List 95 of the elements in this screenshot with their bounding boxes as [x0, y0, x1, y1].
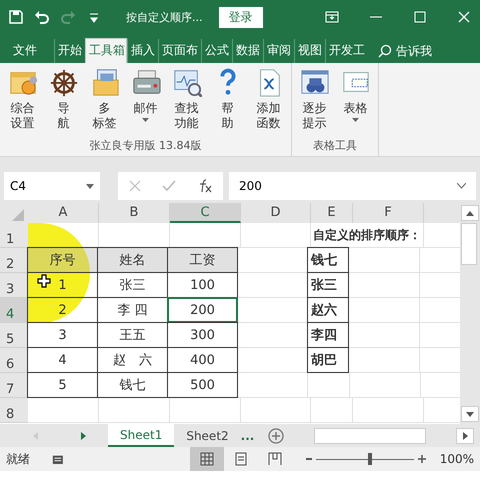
right-arrow-icon [462, 432, 468, 440]
table-cell[interactable]: 300 [167, 322, 238, 348]
grid-cell[interactable] [238, 373, 308, 398]
ribbon-tab[interactable]: 文件 [10, 39, 40, 63]
cursor-icon [37, 274, 51, 288]
ribbon-button[interactable]: 多 标签 [86, 63, 123, 138]
grid-cell[interactable] [28, 398, 99, 423]
column-header[interactable]: C [170, 203, 241, 223]
list-cell[interactable]: 胡巴 [307, 347, 349, 373]
list-cell[interactable]: 钱七 [307, 247, 349, 273]
row-header[interactable]: 3 [0, 273, 28, 298]
grid-cell[interactable] [311, 398, 353, 423]
zoom-level[interactable]: 100% [440, 452, 474, 466]
list-title: 自定义的排序顺序： [313, 226, 421, 244]
grid-cell[interactable] [241, 223, 311, 248]
horizontal-scrollbar[interactable] [314, 428, 426, 444]
row-header[interactable]: 8 [0, 398, 28, 423]
grid-cell[interactable] [350, 373, 421, 398]
page-break-icon [268, 452, 282, 466]
group-label: 表格工具 [312, 138, 358, 154]
grid-cell[interactable] [349, 298, 420, 323]
grid-cell[interactable] [241, 398, 311, 423]
maximize-icon[interactable] [412, 9, 428, 25]
check-icon[interactable] [162, 180, 176, 192]
ship-wheel-icon [48, 67, 78, 97]
view-button[interactable] [190, 447, 224, 471]
page-icon [234, 452, 248, 466]
row-header[interactable]: 6 [0, 348, 28, 373]
grid-cell[interactable] [349, 273, 420, 298]
caret-icon[interactable] [142, 118, 149, 123]
ribbon-tab[interactable]: 工具箱 [85, 38, 127, 63]
column-header[interactable]: A [28, 203, 99, 223]
sheet-tab[interactable]: Sheet1 [108, 424, 174, 447]
down-arrow-icon [466, 412, 474, 416]
grid-cell[interactable] [349, 323, 420, 348]
scroll-right-button[interactable] [456, 428, 474, 444]
row-header[interactable]: 1 [0, 223, 28, 248]
caret-icon[interactable] [352, 118, 359, 123]
grid-cell[interactable] [349, 348, 420, 373]
add-sheet-icon[interactable] [268, 428, 284, 444]
expand-icon[interactable] [457, 183, 466, 189]
column-heading[interactable]: 工资 [167, 247, 238, 273]
ribbon-button[interactable]: 查找 功能 [168, 63, 205, 138]
list-cell[interactable]: 李四 [307, 322, 349, 348]
sheet-tab[interactable]: Sheet2 [174, 424, 241, 447]
scrollbar-thumb[interactable] [461, 223, 477, 265]
grid-icon [200, 452, 214, 466]
grid-cell[interactable] [308, 373, 350, 398]
ribbon-button[interactable]: 表格 [337, 63, 374, 138]
grid-cell[interactable] [349, 248, 420, 273]
row-header[interactable]: 4 [0, 298, 28, 323]
column-header[interactable]: E [311, 203, 353, 223]
ribbon-button[interactable]: 逐步 提示 [296, 63, 333, 138]
list-cell[interactable]: 张三 [307, 272, 349, 298]
ribbon-button[interactable]: 导 航 [45, 63, 82, 138]
table-cell[interactable]: 200 [167, 297, 238, 323]
row-header[interactable]: 2 [0, 248, 28, 273]
scroll-down-button[interactable] [461, 406, 479, 422]
more-sheets[interactable]: ... [240, 424, 254, 447]
redo-icon[interactable] [60, 9, 76, 25]
column-heading[interactable]: 姓名 [97, 247, 168, 273]
name-box[interactable]: C4 [4, 172, 100, 200]
scroll-up-button[interactable] [461, 205, 479, 221]
table-cell[interactable]: 500 [167, 372, 238, 398]
list-cell[interactable]: 赵六 [307, 297, 349, 323]
next-sheet-icon[interactable] [80, 432, 86, 440]
up-arrow-icon [466, 210, 474, 216]
close-icon[interactable] [456, 9, 472, 25]
ribbon-display-icon[interactable] [324, 9, 340, 25]
search-icon[interactable] [378, 44, 392, 58]
grid-cell[interactable] [170, 398, 241, 423]
ribbon-button[interactable]: 添加 函数 [250, 63, 287, 138]
row-header[interactable]: 5 [0, 323, 28, 348]
row-header[interactable]: 7 [0, 373, 28, 398]
grid-cell[interactable] [353, 398, 424, 423]
grid-cell[interactable] [99, 398, 170, 423]
formula-field[interactable]: 200 [229, 172, 476, 200]
cancel-icon[interactable] [128, 180, 140, 192]
column-header[interactable]: D [241, 203, 311, 223]
window-title: 按自定义顺序... [126, 10, 202, 24]
previous-sheet-icon[interactable] [32, 432, 38, 440]
zoom-in-icon[interactable] [418, 455, 426, 463]
status-text: 就绪 [6, 450, 30, 468]
undo-icon[interactable] [34, 9, 50, 25]
column-header[interactable]: F [353, 203, 424, 223]
save-icon[interactable] [8, 9, 24, 25]
ribbon-button[interactable]: 帮 助 [209, 63, 246, 138]
tell-me-field[interactable]: 告诉我 [396, 40, 432, 62]
zoom-slider-thumb[interactable] [368, 452, 372, 464]
login-button[interactable]: 登录 [218, 6, 262, 28]
ribbon-button[interactable]: 综合 设置 [4, 63, 41, 138]
table-cell[interactable]: 5 [27, 372, 98, 398]
column-heading[interactable]: 序号 [27, 247, 98, 273]
group-label: 张立良专用版 13.84版 [88, 138, 202, 154]
ribbon-button[interactable]: 邮件 [127, 63, 164, 138]
